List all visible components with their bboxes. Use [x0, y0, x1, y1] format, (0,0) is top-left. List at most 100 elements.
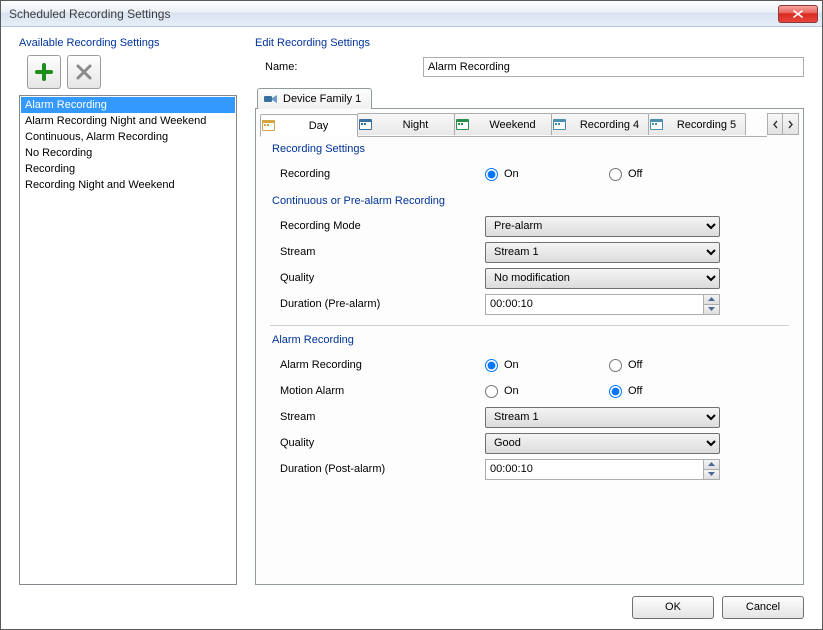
- schedule-tab-weekend[interactable]: Weekend: [454, 113, 552, 135]
- tab-scroll-right[interactable]: [783, 113, 799, 135]
- available-settings-panel: Available Recording Settings Alarm Recor…: [19, 37, 237, 585]
- close-icon: [793, 10, 803, 18]
- chevron-up-icon: [708, 462, 715, 466]
- recording-off-option[interactable]: Off: [609, 168, 729, 181]
- schedule-tab-label: Recording 4: [571, 119, 648, 131]
- stream-label: Stream: [270, 246, 485, 258]
- motion-off-option[interactable]: Off: [609, 385, 729, 398]
- spin-up-button[interactable]: [704, 460, 719, 470]
- name-row: Name:: [265, 57, 804, 77]
- duration-prealarm-input[interactable]: [485, 294, 703, 315]
- chevron-right-icon: [787, 120, 794, 129]
- schedule-icon: [649, 118, 663, 132]
- motion-alarm-label: Motion Alarm: [270, 385, 485, 397]
- tab-scroll-left[interactable]: [767, 113, 783, 135]
- camera-icon: [264, 92, 278, 106]
- duration-postalarm-label: Duration (Post-alarm): [270, 463, 485, 475]
- name-label: Name:: [265, 61, 415, 73]
- device-panel: DayNight Weekend Recording 4 Recording 5 Re…: [255, 108, 804, 585]
- spin-up-button[interactable]: [704, 295, 719, 305]
- alarm-recording-title: Alarm Recording: [272, 334, 789, 346]
- cancel-button[interactable]: Cancel: [722, 596, 804, 619]
- list-item[interactable]: No Recording: [21, 145, 235, 161]
- chevron-left-icon: [772, 120, 779, 129]
- duration-prealarm-label: Duration (Pre-alarm): [270, 298, 485, 310]
- edit-settings-panel: Edit Recording Settings Name: Device Fam…: [255, 37, 804, 585]
- ok-button[interactable]: OK: [632, 596, 714, 619]
- schedule-tabs-wrap: DayNight Weekend Recording 4 Recording 5: [260, 113, 799, 137]
- dialog-window: Scheduled Recording Settings Available R…: [0, 0, 823, 630]
- alarm-rec-label: Alarm Recording: [270, 359, 485, 371]
- alarm-stream-select[interactable]: Stream 1: [485, 407, 720, 428]
- recording-settings-title: Recording Settings: [272, 143, 789, 155]
- schedule-icon: [455, 118, 469, 132]
- recording-off-radio[interactable]: [609, 168, 622, 181]
- device-family-tab[interactable]: Device Family 1: [257, 88, 372, 109]
- schedule-tab-label: Day: [280, 120, 357, 132]
- on-label: On: [504, 359, 519, 371]
- device-tabs: Device Family 1: [257, 87, 804, 108]
- list-item[interactable]: Alarm Recording: [21, 97, 235, 113]
- off-label: Off: [628, 168, 642, 180]
- content-area: Available Recording Settings Alarm Recor…: [1, 27, 822, 585]
- tab-scroll-buttons: [767, 113, 799, 137]
- duration-postalarm-input[interactable]: [485, 459, 703, 480]
- window-title: Scheduled Recording Settings: [9, 7, 778, 21]
- spin-down-button[interactable]: [704, 305, 719, 314]
- recording-mode-label: Recording Mode: [270, 220, 485, 232]
- dialog-footer: OK Cancel: [1, 585, 822, 629]
- list-item[interactable]: Recording: [21, 161, 235, 177]
- duration-postalarm-spinner[interactable]: [485, 459, 720, 480]
- spin-down-button[interactable]: [704, 470, 719, 479]
- alarm-rec-off-option[interactable]: Off: [609, 359, 729, 372]
- alarm-stream-label: Stream: [270, 411, 485, 423]
- x-icon: [75, 63, 93, 81]
- alarm-quality-select[interactable]: Good: [485, 433, 720, 454]
- alarm-rec-on-option[interactable]: On: [485, 359, 605, 372]
- delete-setting-button[interactable]: [67, 55, 101, 89]
- schedule-tab-label: Recording 5: [668, 119, 745, 131]
- recording-row: Recording On Off: [270, 161, 789, 187]
- recording-on-radio[interactable]: [485, 168, 498, 181]
- stream-select[interactable]: Stream 1: [485, 242, 720, 263]
- schedule-tab-recording-5[interactable]: Recording 5: [648, 113, 746, 135]
- recording-mode-select[interactable]: Pre-alarm: [485, 216, 720, 237]
- off-label: Off: [628, 385, 642, 397]
- list-item[interactable]: Alarm Recording Night and Weekend: [21, 113, 235, 129]
- chevron-down-icon: [708, 307, 715, 311]
- alarm-quality-label: Quality: [270, 437, 485, 449]
- off-label: Off: [628, 359, 642, 371]
- list-item[interactable]: Recording Night and Weekend: [21, 177, 235, 193]
- alarm-rec-off-radio[interactable]: [609, 359, 622, 372]
- schedule-tab-recording-4[interactable]: Recording 4: [551, 113, 649, 135]
- motion-on-radio[interactable]: [485, 385, 498, 398]
- quality-label: Quality: [270, 272, 485, 284]
- close-button[interactable]: [778, 5, 818, 23]
- device-family-tab-label: Device Family 1: [283, 93, 361, 105]
- schedule-tab-day[interactable]: Day: [260, 114, 358, 137]
- name-input[interactable]: [423, 57, 804, 77]
- available-toolbar: [19, 55, 237, 89]
- quality-select[interactable]: No modification: [485, 268, 720, 289]
- settings-listbox[interactable]: Alarm RecordingAlarm Recording Night and…: [19, 95, 237, 585]
- schedule-icon: [261, 119, 275, 133]
- settings-body: Recording Settings Recording On Off Cont…: [260, 137, 799, 580]
- motion-off-radio[interactable]: [609, 385, 622, 398]
- spin-btns-post: [703, 459, 720, 480]
- list-item[interactable]: Continuous, Alarm Recording: [21, 129, 235, 145]
- recording-label: Recording: [270, 168, 485, 180]
- schedule-icon: [552, 118, 566, 132]
- chevron-down-icon: [708, 472, 715, 476]
- recording-on-option[interactable]: On: [485, 168, 605, 181]
- edit-settings-title: Edit Recording Settings: [255, 37, 804, 49]
- schedule-tabs: DayNight Weekend Recording 4 Recording 5: [260, 113, 767, 137]
- alarm-rec-on-radio[interactable]: [485, 359, 498, 372]
- duration-prealarm-spinner[interactable]: [485, 294, 720, 315]
- schedule-tab-label: Weekend: [474, 119, 551, 131]
- titlebar: Scheduled Recording Settings: [1, 1, 822, 27]
- schedule-tab-night[interactable]: Night: [357, 113, 455, 135]
- schedule-icon: [358, 118, 372, 132]
- add-setting-button[interactable]: [27, 55, 61, 89]
- motion-on-option[interactable]: On: [485, 385, 605, 398]
- available-settings-title: Available Recording Settings: [19, 37, 237, 49]
